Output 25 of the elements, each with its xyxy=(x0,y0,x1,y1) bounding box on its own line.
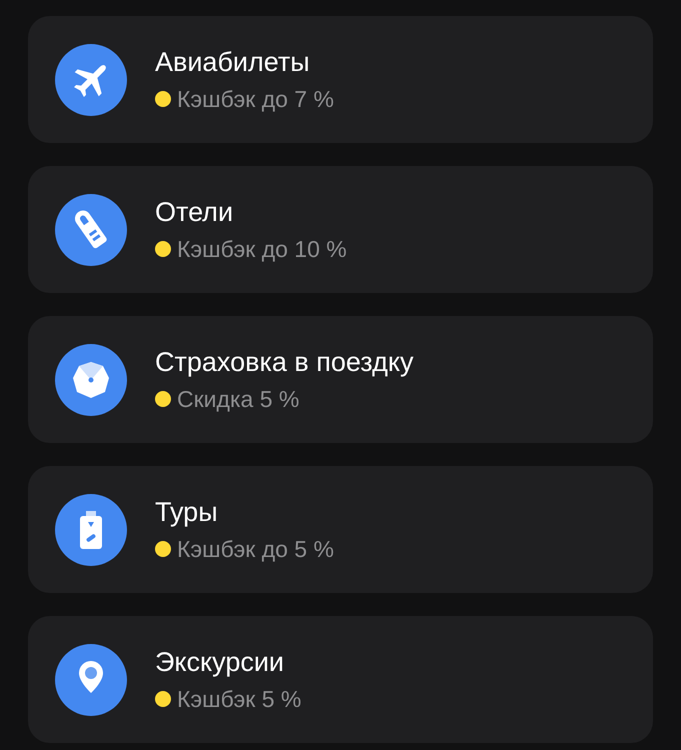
dot-icon xyxy=(155,691,171,707)
dot-icon xyxy=(155,541,171,557)
dot-icon xyxy=(155,391,171,407)
service-title: Отели xyxy=(155,196,234,228)
cashback-label: Скидка 5 % xyxy=(177,386,300,412)
dot-icon xyxy=(155,241,171,257)
cashback-label: Кэшбэк до 10 % xyxy=(177,236,347,262)
cashback-label: Кэшбэк до 7 % xyxy=(177,86,334,112)
location-pin-icon xyxy=(55,644,127,716)
luggage-icon xyxy=(55,494,127,566)
dot-icon xyxy=(155,91,171,107)
door-hanger-icon xyxy=(55,194,127,266)
umbrella-icon xyxy=(55,344,127,416)
cashback-label: Кэшбэк до 5 % xyxy=(177,536,334,562)
service-title: Экскурсии xyxy=(155,646,286,678)
service-card[interactable]: Экскурсии Кэшбэк 5 % xyxy=(28,616,653,743)
service-card[interactable]: Авиабилеты Кэшбэк до 7 % xyxy=(28,16,653,143)
service-title: Страховка в поездку xyxy=(155,346,414,378)
service-title: Туры xyxy=(155,496,219,528)
service-title: Авиабилеты xyxy=(155,46,311,78)
service-card[interactable]: Туры Кэшбэк до 5 % xyxy=(28,466,653,593)
service-card[interactable]: Отели Кэшбэк до 10 % xyxy=(28,166,653,293)
cashback-label: Кэшбэк 5 % xyxy=(177,686,302,712)
plane-icon xyxy=(55,44,127,116)
service-card[interactable]: Страховка в поездку Скидка 5 % xyxy=(28,316,653,443)
